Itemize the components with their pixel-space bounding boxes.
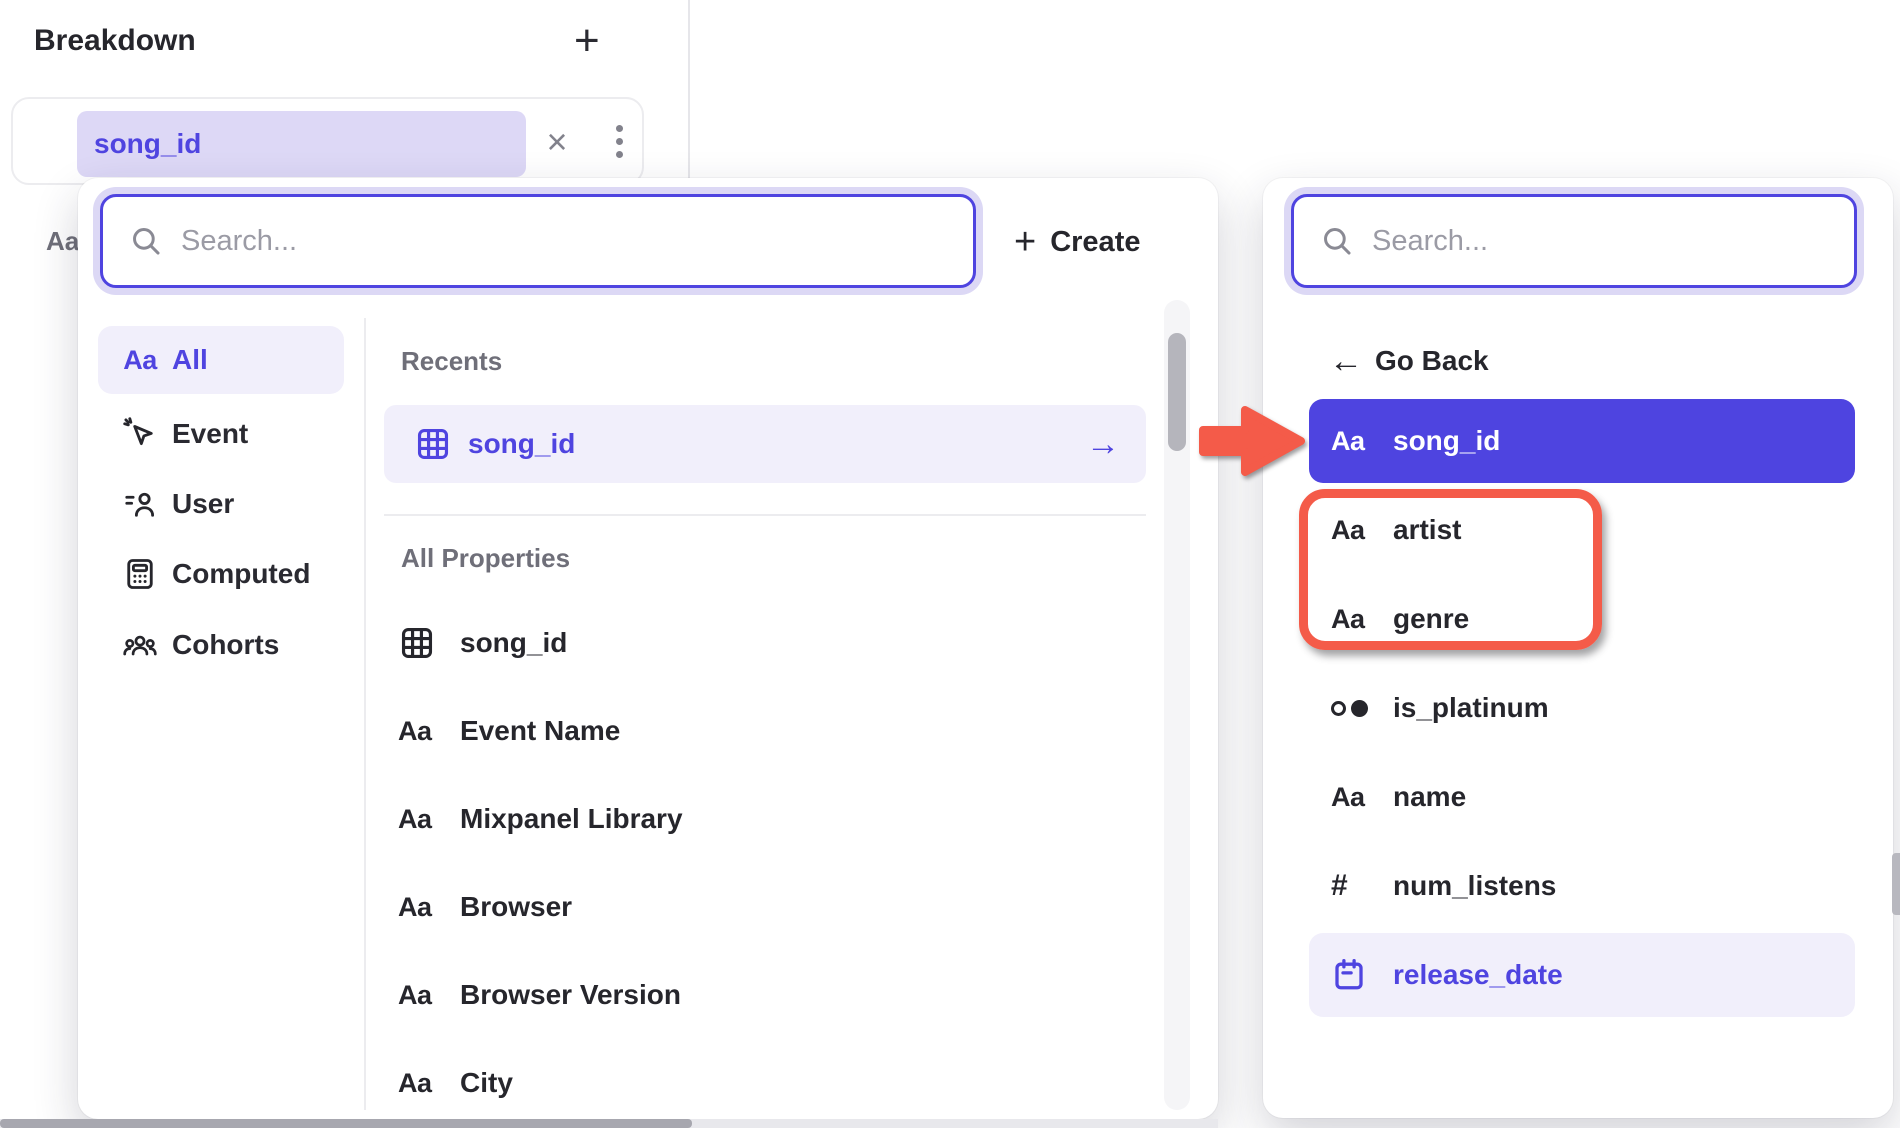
scrollbar-thumb[interactable] xyxy=(1168,333,1186,451)
string-type-icon: Aa xyxy=(1331,604,1383,635)
item-num-listens[interactable]: # num_listens xyxy=(1309,844,1855,928)
search-box[interactable] xyxy=(100,194,976,288)
all-properties-header: All Properties xyxy=(401,543,570,574)
computed-calculator-icon xyxy=(120,556,160,592)
property-row-song-id[interactable]: song_id xyxy=(384,599,1146,687)
breakdown-title: Breakdown xyxy=(34,24,196,58)
page-scrollbar-thumb[interactable] xyxy=(1892,853,1900,915)
string-type-icon: Aa xyxy=(398,804,446,835)
search-input[interactable] xyxy=(163,225,973,258)
category-event[interactable]: Event xyxy=(98,400,344,468)
category-cohorts[interactable]: Cohorts xyxy=(98,611,344,679)
table-grid-icon xyxy=(414,425,452,463)
item-artist[interactable]: Aa artist xyxy=(1309,488,1855,572)
recents-header: Recents xyxy=(401,346,502,377)
string-type-icon: Aa xyxy=(1331,426,1383,457)
cohorts-people-icon xyxy=(120,627,160,663)
event-cursor-icon xyxy=(120,416,160,452)
search-box[interactable] xyxy=(1291,194,1857,288)
arrow-right-icon: → xyxy=(1086,425,1120,464)
property-row-city[interactable]: Aa City xyxy=(384,1039,1146,1127)
kebab-menu-icon[interactable] xyxy=(609,125,629,158)
item-is-platinum[interactable]: is_platinum xyxy=(1309,666,1855,750)
property-detail-panel: ← Go Back Aa song_id Aa artist Aa genre … xyxy=(1263,178,1893,1118)
property-picker-panel: + Create Aa All Event User xyxy=(78,178,1218,1119)
breakdown-property-card: Aa song_id × xyxy=(11,97,644,185)
search-icon xyxy=(1320,224,1354,258)
search-icon xyxy=(129,224,163,258)
string-type-icon: Aa xyxy=(1331,782,1383,813)
plus-icon: + xyxy=(1014,220,1036,264)
string-type-icon: Aa xyxy=(398,1068,446,1099)
user-person-icon xyxy=(120,486,160,522)
item-genre[interactable]: Aa genre xyxy=(1309,577,1855,661)
string-type-icon: Aa xyxy=(46,226,79,257)
category-computed[interactable]: Computed xyxy=(98,540,344,608)
table-grid-icon xyxy=(398,624,446,662)
search-input[interactable] xyxy=(1354,225,1854,258)
property-row-browser-version[interactable]: Aa Browser Version xyxy=(384,951,1146,1039)
close-icon[interactable]: × xyxy=(535,113,579,173)
string-type-icon: Aa xyxy=(398,892,446,923)
calendar-icon xyxy=(1331,957,1383,993)
property-list: song_id Aa Event Name Aa Mixpanel Librar… xyxy=(384,599,1146,1127)
item-release-date[interactable]: release_date xyxy=(1309,933,1855,1017)
string-type-icon: Aa xyxy=(1331,515,1383,546)
go-back-button[interactable]: ← Go Back xyxy=(1321,336,1489,386)
property-row-mixpanel-library[interactable]: Aa Mixpanel Library xyxy=(384,775,1146,863)
item-song-id-selected[interactable]: Aa song_id xyxy=(1309,399,1855,483)
category-all[interactable]: Aa All xyxy=(98,326,344,394)
horizontal-scrollbar-thumb[interactable] xyxy=(0,1119,692,1128)
property-row-event-name[interactable]: Aa Event Name xyxy=(384,687,1146,775)
list-divider xyxy=(384,514,1146,516)
property-row-browser[interactable]: Aa Browser xyxy=(384,863,1146,951)
arrow-left-icon: ← xyxy=(1321,342,1367,381)
create-button[interactable]: + Create xyxy=(1014,218,1140,266)
string-type-icon: Aa xyxy=(398,716,446,747)
section-divider xyxy=(688,0,690,179)
string-type-icon: Aa xyxy=(398,980,446,1011)
item-name[interactable]: Aa name xyxy=(1309,755,1855,839)
panel-divider xyxy=(364,318,366,1110)
boolean-type-icon xyxy=(1331,700,1383,717)
string-type-icon: Aa xyxy=(120,345,160,376)
breakdown-chip-song-id[interactable]: song_id xyxy=(77,111,526,177)
category-user[interactable]: User xyxy=(98,470,344,538)
property-value-list: Aa song_id Aa artist Aa genre is_platinu… xyxy=(1309,399,1855,1022)
number-type-icon: # xyxy=(1331,869,1383,903)
add-breakdown-plus-icon[interactable]: + xyxy=(574,16,600,66)
recent-item-song-id[interactable]: song_id → xyxy=(384,405,1146,483)
